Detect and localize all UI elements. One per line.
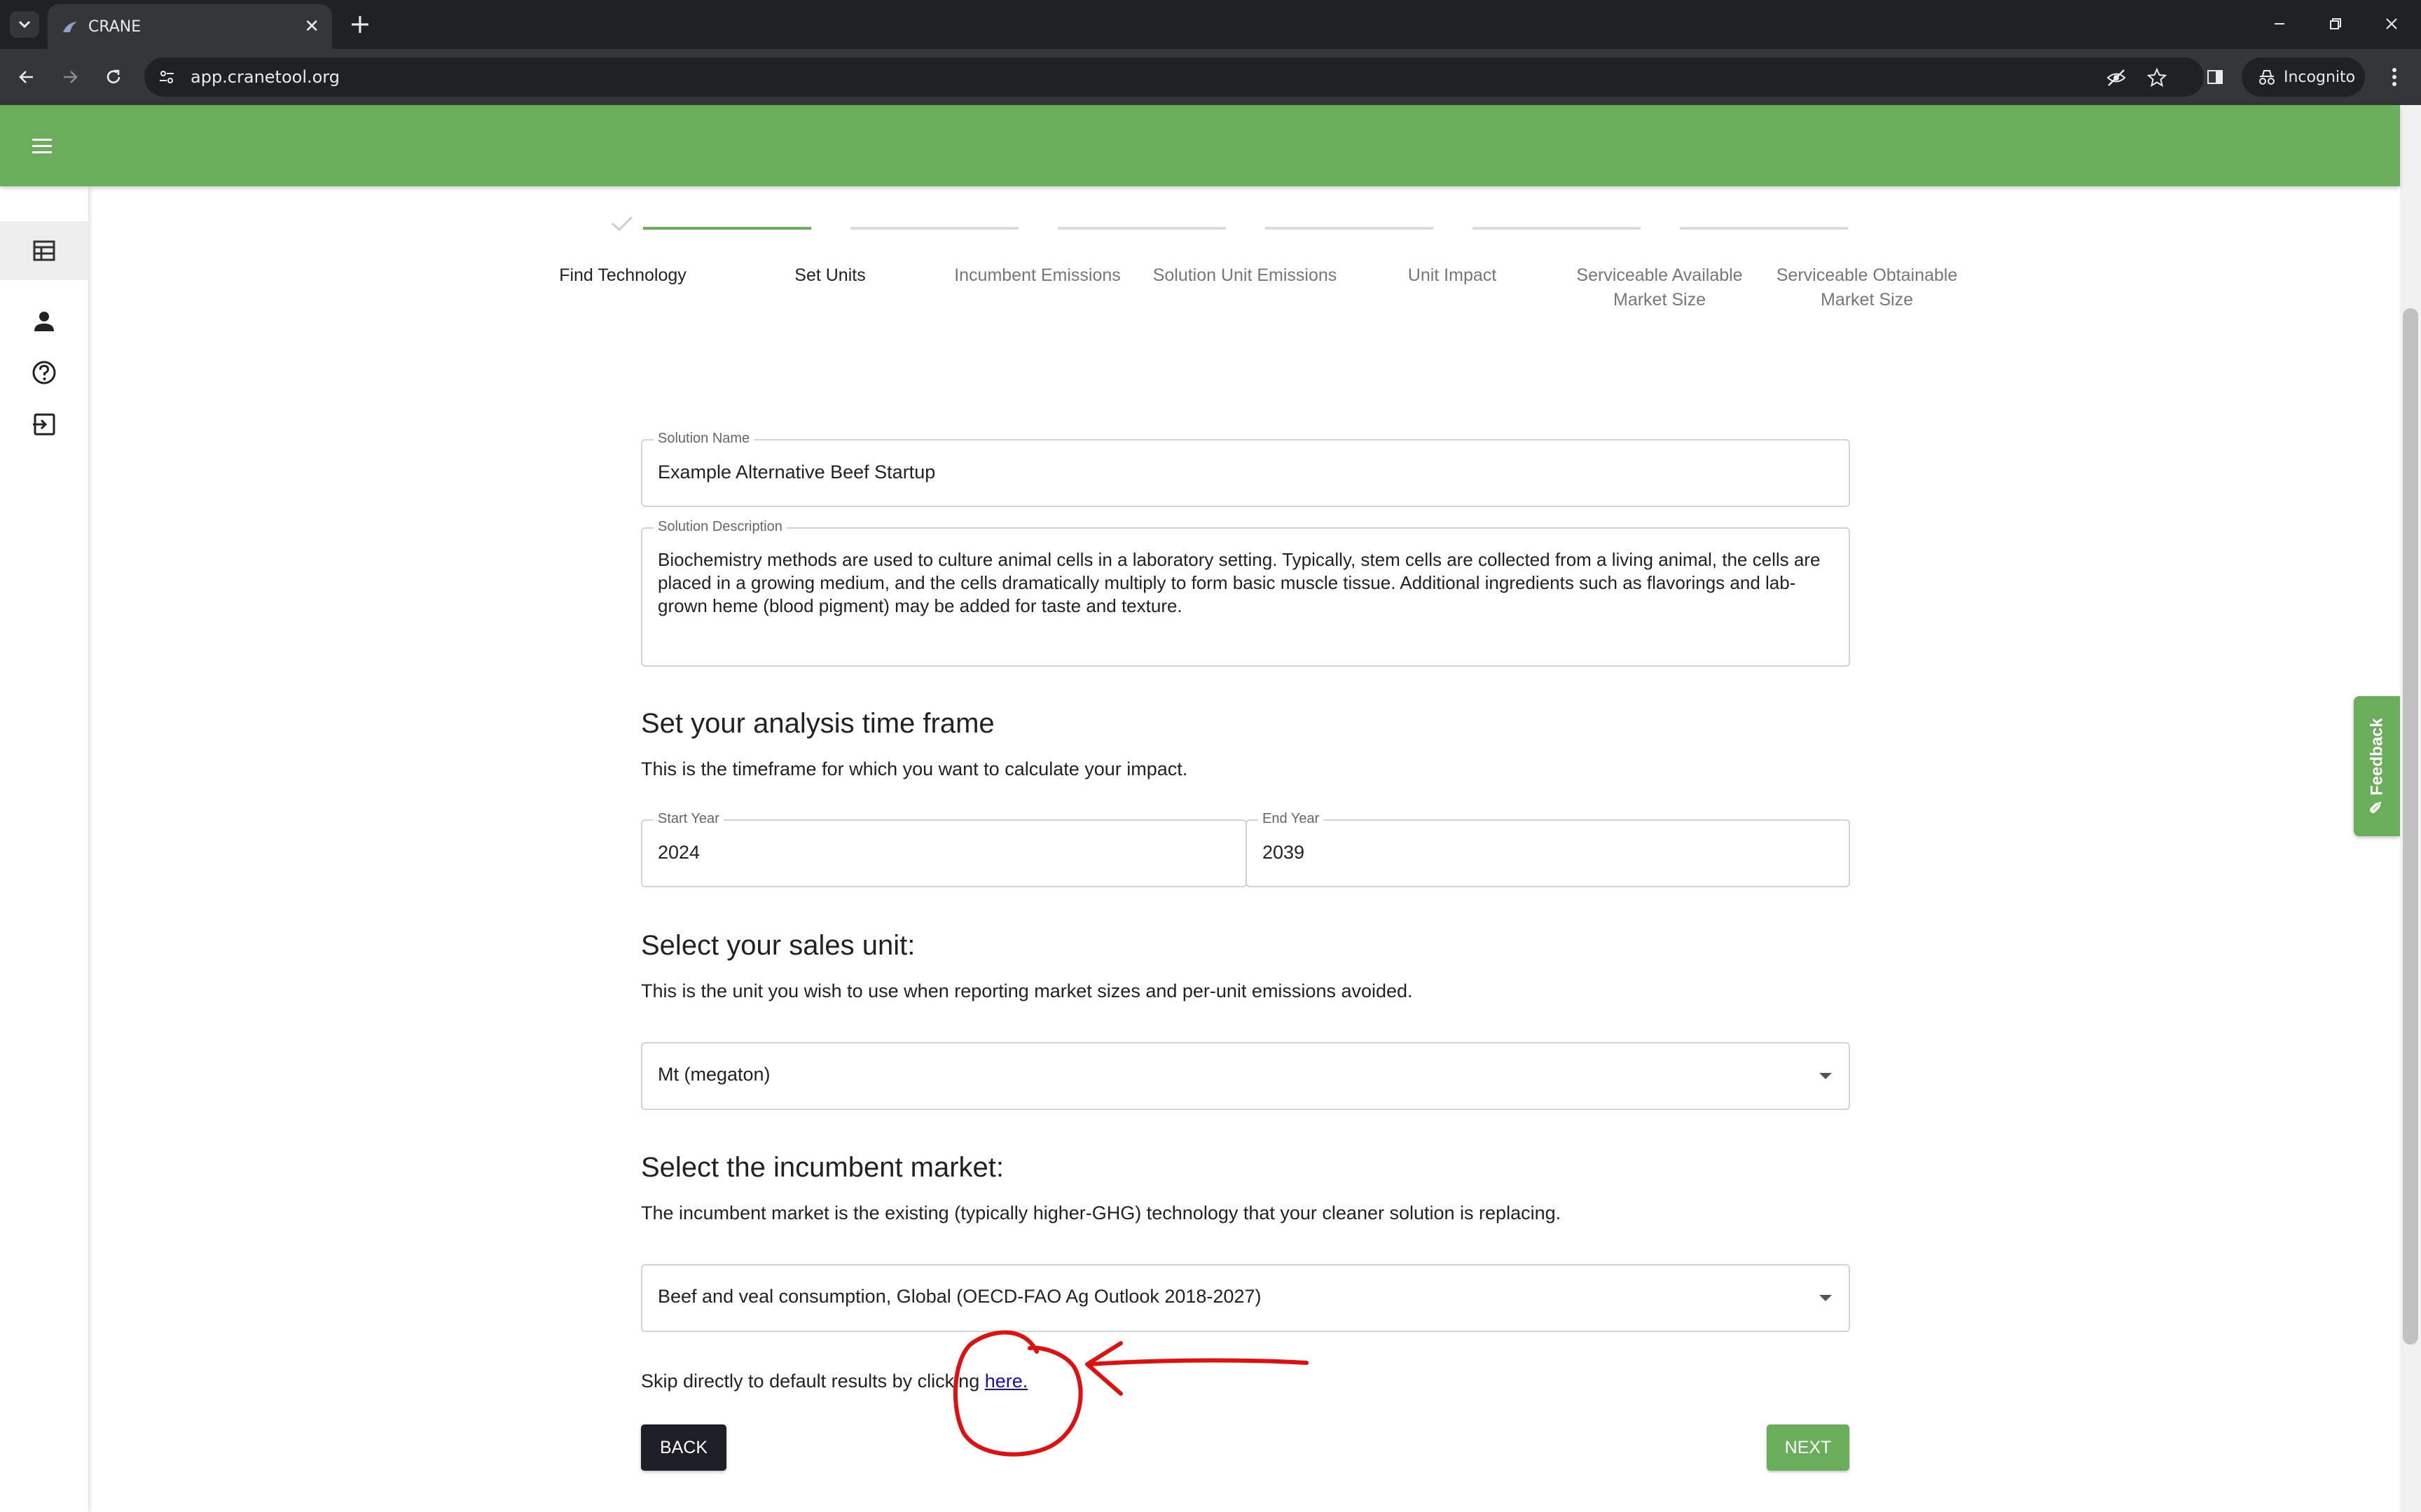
browser-tab-active[interactable]: CRANE ✕ (48, 4, 332, 49)
page-scrollbar-thumb[interactable] (2403, 308, 2418, 1345)
browser-tab-strip: CRANE ✕ + (0, 0, 2421, 49)
timeframe-heading: Set your analysis time frame (641, 708, 995, 739)
side-panel-icon[interactable] (2200, 62, 2230, 92)
sales-unit-selected-value: Mt (megaton) (658, 1064, 771, 1085)
address-bar[interactable]: app.cranetool.org (144, 57, 2204, 97)
end-year-label: End Year (1258, 811, 1324, 827)
reload-icon[interactable] (98, 62, 129, 92)
restore-icon[interactable] (2322, 10, 2350, 38)
minimize-icon[interactable] (2265, 10, 2294, 38)
start-year-label: Start Year (654, 811, 724, 827)
start-year-field[interactable]: Start Year 2024 (641, 811, 1247, 887)
forward-arrow-icon[interactable] (55, 62, 85, 92)
logout-icon (33, 413, 55, 436)
end-year-value: 2039 (1262, 842, 1305, 863)
crane-favicon-icon (63, 22, 77, 32)
close-window-icon[interactable] (2378, 10, 2406, 38)
step-set-units[interactable]: Set Units (725, 263, 935, 288)
solution-name-label: Solution Name (654, 431, 754, 447)
skip-to-results-text: Skip directly to default results by clic… (641, 1371, 1028, 1392)
skip-here-link[interactable]: here. (985, 1371, 1028, 1392)
sales-unit-description: This is the unit you wish to use when re… (641, 980, 1413, 1001)
hamburger-menu-icon[interactable] (28, 132, 56, 160)
tab-close-icon[interactable]: ✕ (304, 17, 319, 35)
solution-name-value: Example Alternative Beef Startup (658, 462, 936, 483)
step-unit-impact: Unit Impact (1407, 265, 1497, 285)
skip-text: Skip directly to default results by clic… (641, 1371, 985, 1392)
checkmark-icon (611, 216, 633, 232)
solution-description-field[interactable]: Solution Description Biochemistry method… (641, 519, 1850, 667)
step-serviceable-available-market: Serviceable Available Market Size (1576, 265, 1743, 310)
start-year-value: 2024 (658, 842, 701, 863)
step-solution-unit-emissions: Solution Unit Emissions (1152, 265, 1337, 285)
solution-description-value: Biochemistry methods are used to culture… (658, 549, 1821, 616)
step-find-technology[interactable]: Find Technology (518, 263, 728, 288)
incognito-icon (2259, 70, 2275, 85)
step-serviceable-obtainable-market: Serviceable Obtainable Market Size (1776, 265, 1958, 310)
annotation-arrow-shaft (1087, 1358, 1309, 1366)
step-connector-4 (1265, 227, 1433, 230)
solution-description-label: Solution Description (654, 519, 787, 535)
incognito-label: Incognito (2284, 68, 2356, 86)
step-connector-3 (1058, 227, 1226, 230)
step-connector-5 (1472, 227, 1641, 230)
step-connector-6 (1680, 227, 1848, 230)
rail-item-logout[interactable] (0, 395, 88, 454)
site-settings-icon[interactable] (157, 67, 177, 87)
end-year-field[interactable]: End Year 2039 (1246, 811, 1850, 887)
annotation-arrow-head (1085, 1341, 1123, 1396)
solution-name-field[interactable]: Solution Name Example Alternative Beef S… (641, 431, 1850, 507)
step-connector-2 (850, 227, 1019, 230)
incumbent-market-heading: Select the incumbent market: (641, 1152, 1005, 1183)
step-incumbent-emissions: Incumbent Emissions (954, 265, 1121, 285)
next-button[interactable]: NEXT (1767, 1424, 1849, 1471)
person-icon (34, 312, 54, 331)
incumbent-market-description: The incumbent market is the existing (ty… (641, 1202, 1561, 1223)
kebab-menu-icon[interactable] (2382, 62, 2407, 92)
incumbent-market-select[interactable]: Beef and veal consumption, Global (OECD-… (641, 1264, 1850, 1332)
incumbent-market-selected-value: Beef and veal consumption, Global (OECD-… (658, 1286, 1262, 1307)
side-navigation-rail (0, 186, 88, 1512)
url-text: app.cranetool.org (191, 67, 340, 87)
back-button[interactable]: BACK (641, 1424, 726, 1471)
table-icon (33, 240, 55, 261)
dropdown-arrow-icon (1819, 1073, 1832, 1079)
eye-off-icon[interactable] (2106, 67, 2127, 88)
app-header (0, 105, 2400, 186)
feedback-tab[interactable]: ✎ Feedback (2354, 696, 2400, 836)
rail-item-table[interactable] (0, 221, 88, 280)
feedback-label: ✎ Feedback (2367, 718, 2387, 814)
annotation-circle (953, 1330, 1083, 1457)
sales-unit-heading: Select your sales unit: (641, 930, 916, 961)
tab-search-button[interactable] (10, 11, 39, 38)
rail-item-help[interactable] (0, 343, 88, 402)
star-icon[interactable] (2146, 67, 2167, 88)
sales-unit-select[interactable]: Mt (megaton) (641, 1042, 1850, 1110)
timeframe-description: This is the timeframe for which you want… (641, 758, 1188, 779)
browser-toolbar: app.cranetool.org Incognito (0, 49, 2421, 105)
help-icon (32, 361, 56, 384)
new-tab-icon[interactable]: + (349, 10, 371, 38)
incognito-indicator[interactable]: Incognito (2242, 57, 2365, 97)
tab-title: CRANE (88, 18, 142, 36)
step-connector-1 (643, 227, 811, 230)
dropdown-arrow-icon (1819, 1295, 1832, 1301)
rail-item-account[interactable] (0, 291, 88, 350)
chevron-down-icon (18, 20, 31, 29)
back-arrow-icon[interactable] (11, 62, 42, 92)
